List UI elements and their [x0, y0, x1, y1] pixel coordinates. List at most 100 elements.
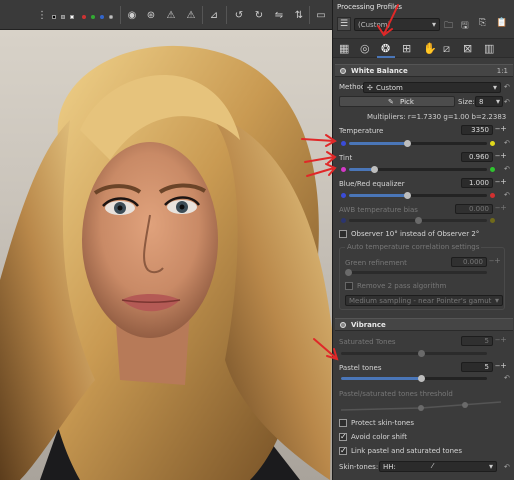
blue-red-equalizer-label: Blue/Red equalizer [339, 180, 405, 188]
toolbar-divider [309, 6, 310, 24]
blue-indicator [341, 141, 346, 146]
expand-icon[interactable]: 1:1 [497, 67, 508, 75]
reset-icon[interactable]: ↶ [504, 165, 510, 173]
reset-icon[interactable]: ↶ [504, 98, 510, 106]
metadata-tab-icon[interactable]: ▥ [484, 42, 494, 55]
tint-label: Tint [339, 154, 353, 162]
tint-input[interactable]: 0.960 [461, 152, 493, 162]
blue-red-equalizer-input[interactable]: 1.000 [461, 178, 493, 188]
flip-vertical-icon[interactable]: ⇅ [293, 9, 305, 22]
reset-icon[interactable]: ↶ [504, 463, 510, 471]
link-tones-checkbox[interactable] [339, 446, 347, 455]
magenta-indicator [341, 167, 346, 172]
toolbar-divider [226, 6, 227, 24]
local-adjust-tab-icon[interactable]: ✋ [423, 42, 437, 55]
green-refinement-value: 0.000 [462, 258, 483, 266]
color-tab-icon[interactable]: ❂ [381, 42, 390, 55]
blue-red-slider-knob[interactable] [403, 192, 411, 199]
green-refinement-knob [344, 269, 352, 276]
protect-skin-tones-label: Protect skin-tones [351, 419, 414, 427]
background-gray-button[interactable] [61, 15, 65, 19]
pick-button[interactable]: ✎ Pick [339, 96, 455, 107]
histogram-icon[interactable]: ⊿ [208, 9, 220, 22]
temperature-value: 3350 [471, 126, 489, 134]
grip-handle-icon[interactable]: ⋮ [37, 9, 47, 22]
skin-tones-curve-select[interactable]: HH: ⁄ ▾ [379, 461, 497, 472]
reset-icon[interactable]: ↶ [504, 139, 510, 147]
chevron-down-icon: ▾ [492, 83, 497, 92]
sampling-select: Medium sampling - near Pointer's gamut ▾ [345, 295, 503, 306]
multipliers-readout: Multipliers: r=1.7330 g=1.00 b=2.2383 [367, 113, 507, 121]
increment-icon[interactable]: ‒+ [495, 124, 507, 133]
profile-selector-value: (Custom) [358, 21, 391, 29]
transform-tab-icon[interactable]: ⧄ [443, 42, 450, 56]
pastel-tones-input[interactable]: 5 [461, 362, 493, 372]
save-profile-icon[interactable]: 🖫 [461, 18, 475, 31]
size-select[interactable]: 8 ▾ [475, 96, 503, 107]
chevron-down-icon: ▾ [495, 97, 500, 106]
background-black-button[interactable] [52, 15, 56, 19]
pastel-slider-fill [341, 377, 422, 380]
white-balance-header[interactable]: White Balance 1:1 [335, 64, 513, 77]
saturated-tones-input: 5 [461, 336, 493, 346]
temperature-input[interactable]: 3350 [461, 125, 493, 135]
power-toggle-icon[interactable] [340, 68, 346, 74]
shadow-warning-icon[interactable]: ⚠ [185, 9, 197, 22]
rotate-right-icon[interactable]: ↻ [253, 9, 265, 22]
paste-profile-icon[interactable]: 📋 [496, 18, 510, 31]
increment-icon: ‒+ [495, 335, 507, 344]
exposure-tab-icon[interactable]: ▦ [339, 42, 349, 55]
shadow-clipping-icon[interactable]: ⊛ [145, 9, 157, 22]
blue-red-equalizer-slider[interactable] [349, 192, 487, 199]
increment-icon: ‒+ [489, 256, 501, 265]
advanced-tab-icon[interactable]: ⊞ [402, 42, 411, 55]
remove-2pass-checkbox [345, 282, 353, 290]
load-profile-icon[interactable]: 🗀 [444, 18, 458, 31]
background-white-button[interactable] [70, 15, 74, 19]
rotate-left-icon[interactable]: ↺ [233, 9, 245, 22]
increment-icon[interactable]: ‒+ [495, 361, 507, 370]
temperature-slider-fill [349, 142, 407, 145]
tint-slider-knob[interactable] [370, 166, 378, 173]
protect-skin-tones-checkbox[interactable] [339, 419, 347, 427]
temperature-slider[interactable] [349, 140, 487, 147]
focus-mask-icon[interactable]: ◉ [126, 9, 138, 22]
green-refinement-slider [344, 269, 487, 276]
toolbar-divider [120, 6, 121, 24]
red-channel-button[interactable] [82, 15, 86, 19]
skin-tones-value: HH: [383, 463, 396, 471]
increment-icon[interactable]: ‒+ [495, 151, 507, 160]
method-select[interactable]: ✣ Custom ▾ [363, 82, 501, 93]
vibrance-header[interactable]: Vibrance [335, 318, 513, 331]
increment-icon[interactable]: ‒+ [495, 177, 507, 186]
tint-slider[interactable] [349, 166, 487, 173]
profile-selector[interactable]: (Custom) ▾ [354, 18, 440, 31]
skin-tones-label: Skin-tones: [339, 463, 379, 471]
photo-preview[interactable] [0, 30, 332, 480]
panel-toggle-icon[interactable]: ▭ [315, 9, 327, 22]
flip-horizontal-icon[interactable]: ⇋ [273, 9, 285, 22]
luminosity-button[interactable] [109, 15, 113, 19]
avoid-color-shift-checkbox[interactable] [339, 432, 347, 441]
raw-tab-icon[interactable]: ⊠ [463, 42, 472, 55]
observer-checkbox[interactable] [339, 230, 347, 238]
detail-tab-icon[interactable]: ◎ [360, 42, 370, 55]
remove-2pass-label: Remove 2 pass algorithm [357, 282, 447, 290]
profile-menu-icon[interactable]: ☰ [337, 17, 351, 31]
avoid-color-shift-label: Avoid color shift [351, 433, 407, 441]
reset-icon[interactable]: ↶ [504, 191, 510, 199]
pastel-tones-label: Pastel tones [339, 364, 382, 372]
power-toggle-icon[interactable] [340, 322, 346, 328]
copy-profile-icon[interactable]: ⎘ [479, 18, 493, 31]
reset-icon[interactable]: ↶ [504, 374, 510, 382]
image-editor-toolbar: ⋮ ◉ ⊛ ⚠ ⚠ ⊿ ↺ ↻ ⇋ ⇅ ▭ [0, 0, 332, 30]
pastel-tones-slider[interactable] [341, 375, 487, 382]
yellow-indicator [490, 141, 495, 146]
temperature-slider-knob[interactable] [403, 140, 411, 147]
green-channel-button[interactable] [91, 15, 95, 19]
pastel-slider-knob[interactable] [418, 375, 426, 382]
chevron-down-icon: ▾ [488, 462, 493, 471]
highlight-warning-icon[interactable]: ⚠ [165, 9, 177, 22]
blue-channel-button[interactable] [100, 15, 104, 19]
reset-icon[interactable]: ↶ [504, 83, 510, 91]
